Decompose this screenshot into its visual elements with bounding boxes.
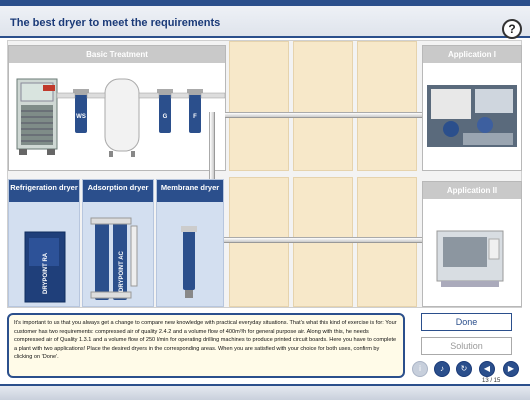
- dryer-option-adsorption[interactable]: Adsorption dryer DRYPOINT AC: [82, 179, 154, 307]
- done-button[interactable]: Done: [421, 313, 512, 331]
- main-pipe-bottom: [212, 237, 422, 243]
- dryer-label-refrigeration: Refrigeration dryer: [9, 180, 79, 202]
- application-2-label: Application II: [423, 182, 521, 199]
- solution-button[interactable]: Solution: [421, 337, 512, 355]
- application-1-photo: [427, 85, 517, 147]
- dryer-label-membrane: Membrane dryer: [157, 180, 223, 202]
- filter-label-ws: WS: [76, 114, 86, 120]
- filter-label-f: F: [193, 114, 197, 120]
- dryer-option-refrigeration[interactable]: Refrigeration dryer DRYPOINT RA: [8, 179, 80, 307]
- bottom-bar: [0, 384, 530, 400]
- basic-treatment-illustration: WS G F: [16, 78, 226, 157]
- arrow-right-icon[interactable]: ▶: [503, 361, 519, 377]
- replay-icon[interactable]: ↻: [456, 361, 472, 377]
- filter-label-g: G: [163, 114, 168, 120]
- application-1-panel: Application I: [422, 45, 522, 171]
- dryer-option-membrane[interactable]: Membrane dryer: [156, 179, 224, 307]
- main-pipe-top: [225, 112, 422, 118]
- membrane-dryer-image: [181, 226, 197, 298]
- instructions-text: It's important to us that you always get…: [7, 313, 405, 378]
- speaker-icon[interactable]: ♪: [434, 361, 450, 377]
- page-title: The best dryer to meet the requirements: [10, 17, 221, 29]
- application-2-panel: Application II: [422, 181, 522, 307]
- refrigeration-dryer-image: DRYPOINT RA: [24, 231, 66, 303]
- adsorption-dryer-text: DRYPOINT AC: [119, 250, 125, 292]
- drop-zone-app1-col1[interactable]: [229, 41, 289, 171]
- basic-treatment-panel: Basic Treatment WS G F: [8, 45, 226, 171]
- refrigeration-dryer-text: DRYPOINT RA: [43, 252, 49, 294]
- arrow-left-icon[interactable]: ◀: [479, 361, 495, 377]
- info-icon[interactable]: i: [412, 361, 428, 377]
- application-1-label: Application I: [423, 46, 521, 63]
- drop-zone-app1-col2[interactable]: [293, 41, 353, 171]
- drop-zone-app1-col3[interactable]: [357, 41, 417, 171]
- dryer-label-adsorption: Adsorption dryer: [83, 180, 153, 202]
- title-bar: The best dryer to meet the requirements …: [0, 6, 530, 39]
- application-2-machine: [436, 230, 504, 287]
- plant-stage: Basic Treatment WS G F Application I App…: [7, 40, 522, 308]
- help-icon[interactable]: ?: [502, 19, 522, 39]
- adsorption-dryer-image: DRYPOINT AC: [90, 217, 138, 300]
- basic-treatment-label: Basic Treatment: [9, 46, 225, 63]
